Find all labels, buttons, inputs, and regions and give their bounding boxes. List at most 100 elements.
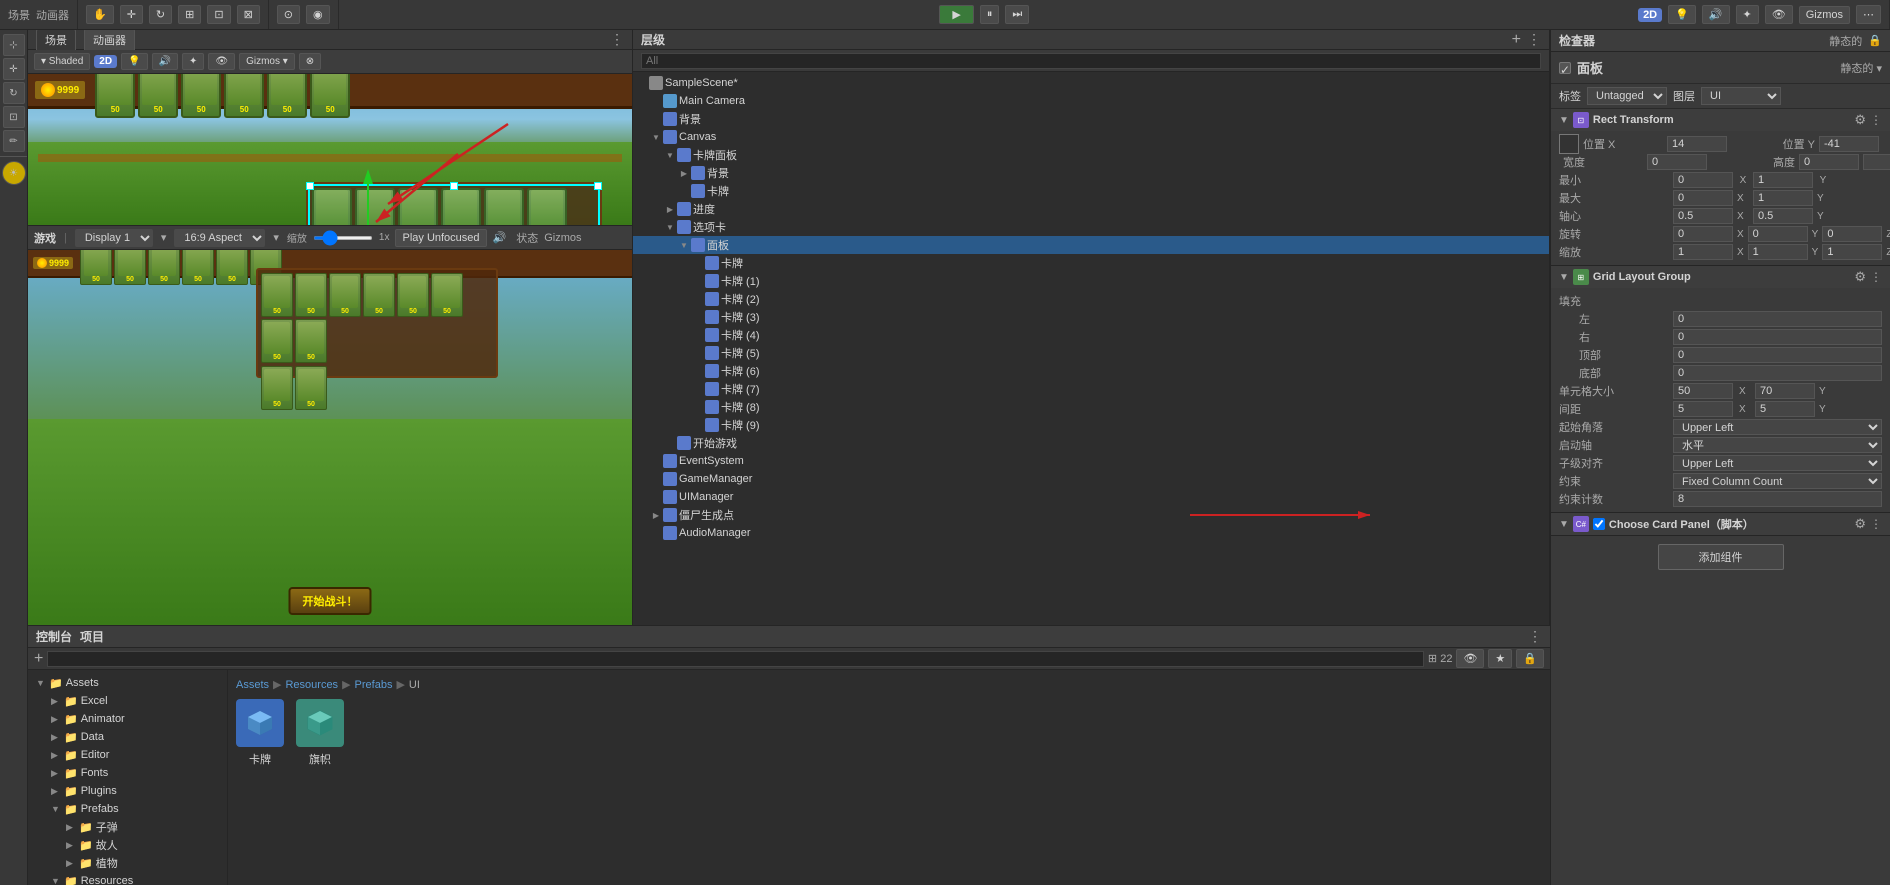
anchor-min-x[interactable] — [1673, 172, 1733, 188]
constraint-count-input[interactable] — [1673, 491, 1882, 507]
pad-right-input[interactable] — [1673, 329, 1882, 345]
tree-item-1[interactable]: ▶📁Excel — [28, 692, 227, 710]
project-lock-btn[interactable]: 🔒 — [1516, 649, 1544, 668]
animator-tab-label[interactable]: 动画器 — [36, 7, 69, 23]
anchor-min-y[interactable] — [1753, 172, 1813, 188]
constraint-select[interactable]: Fixed Column Count — [1673, 473, 1882, 489]
tree-arrow-0[interactable]: ▼ — [36, 678, 46, 688]
gc-2[interactable]: 50 — [148, 250, 180, 285]
hierarchy-item-1[interactable]: Main Camera — [633, 92, 1549, 110]
scene-audio-btn[interactable]: 🔊 — [152, 53, 178, 70]
pos-y-input[interactable] — [1819, 136, 1879, 152]
hand-tool[interactable]: ✋ — [86, 5, 114, 24]
step-button[interactable]: ⏭ — [1005, 5, 1029, 24]
hierarchy-item-3[interactable]: ▼ Canvas — [633, 128, 1549, 146]
scene-dropdown[interactable]: ▾ Shaded — [34, 53, 90, 70]
spacing-y-input[interactable] — [1755, 401, 1815, 417]
cell-y-input[interactable] — [1755, 383, 1815, 399]
pivot-y[interactable] — [1753, 208, 1813, 224]
rect-transform-header[interactable]: ▼ ⊡ Rect Transform ⚙ ⋮ — [1551, 109, 1890, 131]
sel-handle-tr[interactable] — [594, 182, 602, 190]
scene-light-btn[interactable]: 💡 — [121, 53, 147, 70]
card-slot-2[interactable]: 50 — [181, 74, 221, 118]
hierarchy-item-13[interactable]: 卡牌 (3) — [633, 308, 1549, 326]
asset-card[interactable]: 卡牌 — [236, 699, 284, 767]
card-slot-1[interactable]: 50 — [138, 74, 178, 118]
gizmos-label-game[interactable]: Gizmos — [544, 232, 581, 244]
hier-expand-arrow-3[interactable]: ▼ — [651, 132, 661, 142]
tree-item-11[interactable]: ▼📁Resources — [28, 872, 227, 885]
scene-search-btn[interactable]: ⊗ — [299, 53, 321, 70]
scene-gizmos-btn2[interactable]: Gizmos ▾ — [239, 53, 295, 70]
inspector-lock-icon[interactable]: 🔒 — [1868, 34, 1882, 47]
spacing-x-input[interactable] — [1673, 401, 1733, 417]
tree-item-6[interactable]: ▶📁Plugins — [28, 782, 227, 800]
grid-gear-icon[interactable]: ⚙ — [1854, 269, 1866, 285]
tree-arrow-2[interactable]: ▶ — [51, 714, 61, 725]
child-align-select[interactable]: Upper Left — [1673, 455, 1882, 471]
hierarchy-search[interactable] — [641, 53, 1541, 69]
pad-bottom-input[interactable] — [1673, 365, 1882, 381]
pivot-toggle[interactable]: ⊙ — [277, 5, 300, 24]
tree-arrow-7[interactable]: ▼ — [51, 804, 61, 814]
width-input[interactable] — [1647, 154, 1707, 170]
tree-arrow-1[interactable]: ▶ — [51, 696, 61, 707]
project-search-input[interactable] — [47, 651, 1424, 667]
hierarchy-item-12[interactable]: 卡牌 (2) — [633, 290, 1549, 308]
height-input[interactable] — [1799, 154, 1859, 170]
tree-item-4[interactable]: ▶📁Editor — [28, 746, 227, 764]
scene-2d-btn[interactable]: 2D — [94, 55, 117, 68]
stats-label[interactable]: 状态 — [516, 230, 538, 246]
play-button[interactable]: ▶ — [939, 5, 973, 24]
hierarchy-item-10[interactable]: 卡牌 — [633, 254, 1549, 272]
choose-card-more[interactable]: ⋮ — [1870, 517, 1882, 531]
object-active-checkbox[interactable]: ✓ — [1559, 62, 1571, 74]
tree-item-3[interactable]: ▶📁Data — [28, 728, 227, 746]
grid-more-icon[interactable]: ⋮ — [1870, 270, 1882, 284]
play-unfocused-btn[interactable]: Play Unfocused — [395, 229, 486, 247]
rect-gear-icon[interactable]: ⚙ — [1854, 112, 1866, 128]
hierarchy-item-25[interactable]: AudioManager — [633, 524, 1549, 542]
choose-card-gear[interactable]: ⚙ — [1854, 516, 1866, 532]
global-toggle[interactable]: ◉ — [306, 5, 330, 24]
hierarchy-item-24[interactable]: ▶ 僵尸生成点 — [633, 506, 1549, 524]
tree-item-2[interactable]: ▶📁Animator — [28, 710, 227, 728]
light-toggle[interactable]: 💡 — [1668, 5, 1696, 24]
pad-left-input[interactable] — [1673, 311, 1882, 327]
scene-more-icon[interactable]: ⋮ — [610, 31, 624, 48]
choose-card-header[interactable]: ▼ C# Choose Card Panel（脚本） ⚙ ⋮ — [1551, 513, 1890, 535]
gc-1[interactable]: 50 — [114, 250, 146, 285]
hierarchy-item-4[interactable]: ▼ 卡牌面板 — [633, 146, 1549, 164]
start-corner-select[interactable]: Upper Left — [1673, 419, 1882, 435]
bc-assets[interactable]: Assets — [236, 679, 269, 691]
tree-arrow-4[interactable]: ▶ — [51, 750, 61, 761]
cursor-tool[interactable]: ⊹ — [3, 34, 25, 56]
tree-arrow-10[interactable]: ▶ — [66, 858, 76, 869]
hierarchy-more-icon[interactable]: ⋮ — [1527, 31, 1541, 48]
tag-select[interactable]: Untagged — [1587, 87, 1667, 105]
game-display-select[interactable]: Display 1 — [75, 229, 153, 247]
static-dropdown[interactable]: 静态的 ▾ — [1840, 60, 1882, 76]
2d-badge[interactable]: 2D — [1638, 8, 1662, 22]
hierarchy-item-14[interactable]: 卡牌 (4) — [633, 326, 1549, 344]
tree-item-9[interactable]: ▶📁故人 — [28, 836, 227, 854]
hier-expand-arrow-8[interactable]: ▼ — [665, 222, 675, 232]
project-title-label[interactable]: 项目 — [80, 628, 104, 645]
hier-expand-arrow-24[interactable]: ▶ — [651, 510, 661, 520]
pivot-x[interactable] — [1673, 208, 1733, 224]
hier-expand-arrow-5[interactable]: ▶ — [679, 168, 689, 178]
hierarchy-item-16[interactable]: 卡牌 (6) — [633, 362, 1549, 380]
bc-resources[interactable]: Resources — [285, 679, 338, 691]
scale-y[interactable] — [1748, 244, 1808, 260]
tree-arrow-5[interactable]: ▶ — [51, 768, 61, 779]
paint-tool[interactable]: ✏ — [3, 130, 25, 152]
hierarchy-add-btn[interactable]: + — [1512, 32, 1521, 48]
sel-handle-tl[interactable] — [306, 182, 314, 190]
aspect-select[interactable]: 16:9 Aspect — [174, 229, 265, 247]
hierarchy-item-0[interactable]: SampleScene* — [633, 74, 1549, 92]
tree-item-10[interactable]: ▶📁植物 — [28, 854, 227, 872]
combined-tool[interactable]: ⊠ — [237, 5, 260, 24]
scale-x[interactable] — [1673, 244, 1733, 260]
scale-slider[interactable] — [313, 236, 373, 240]
hierarchy-item-5[interactable]: ▶ 背景 — [633, 164, 1549, 182]
